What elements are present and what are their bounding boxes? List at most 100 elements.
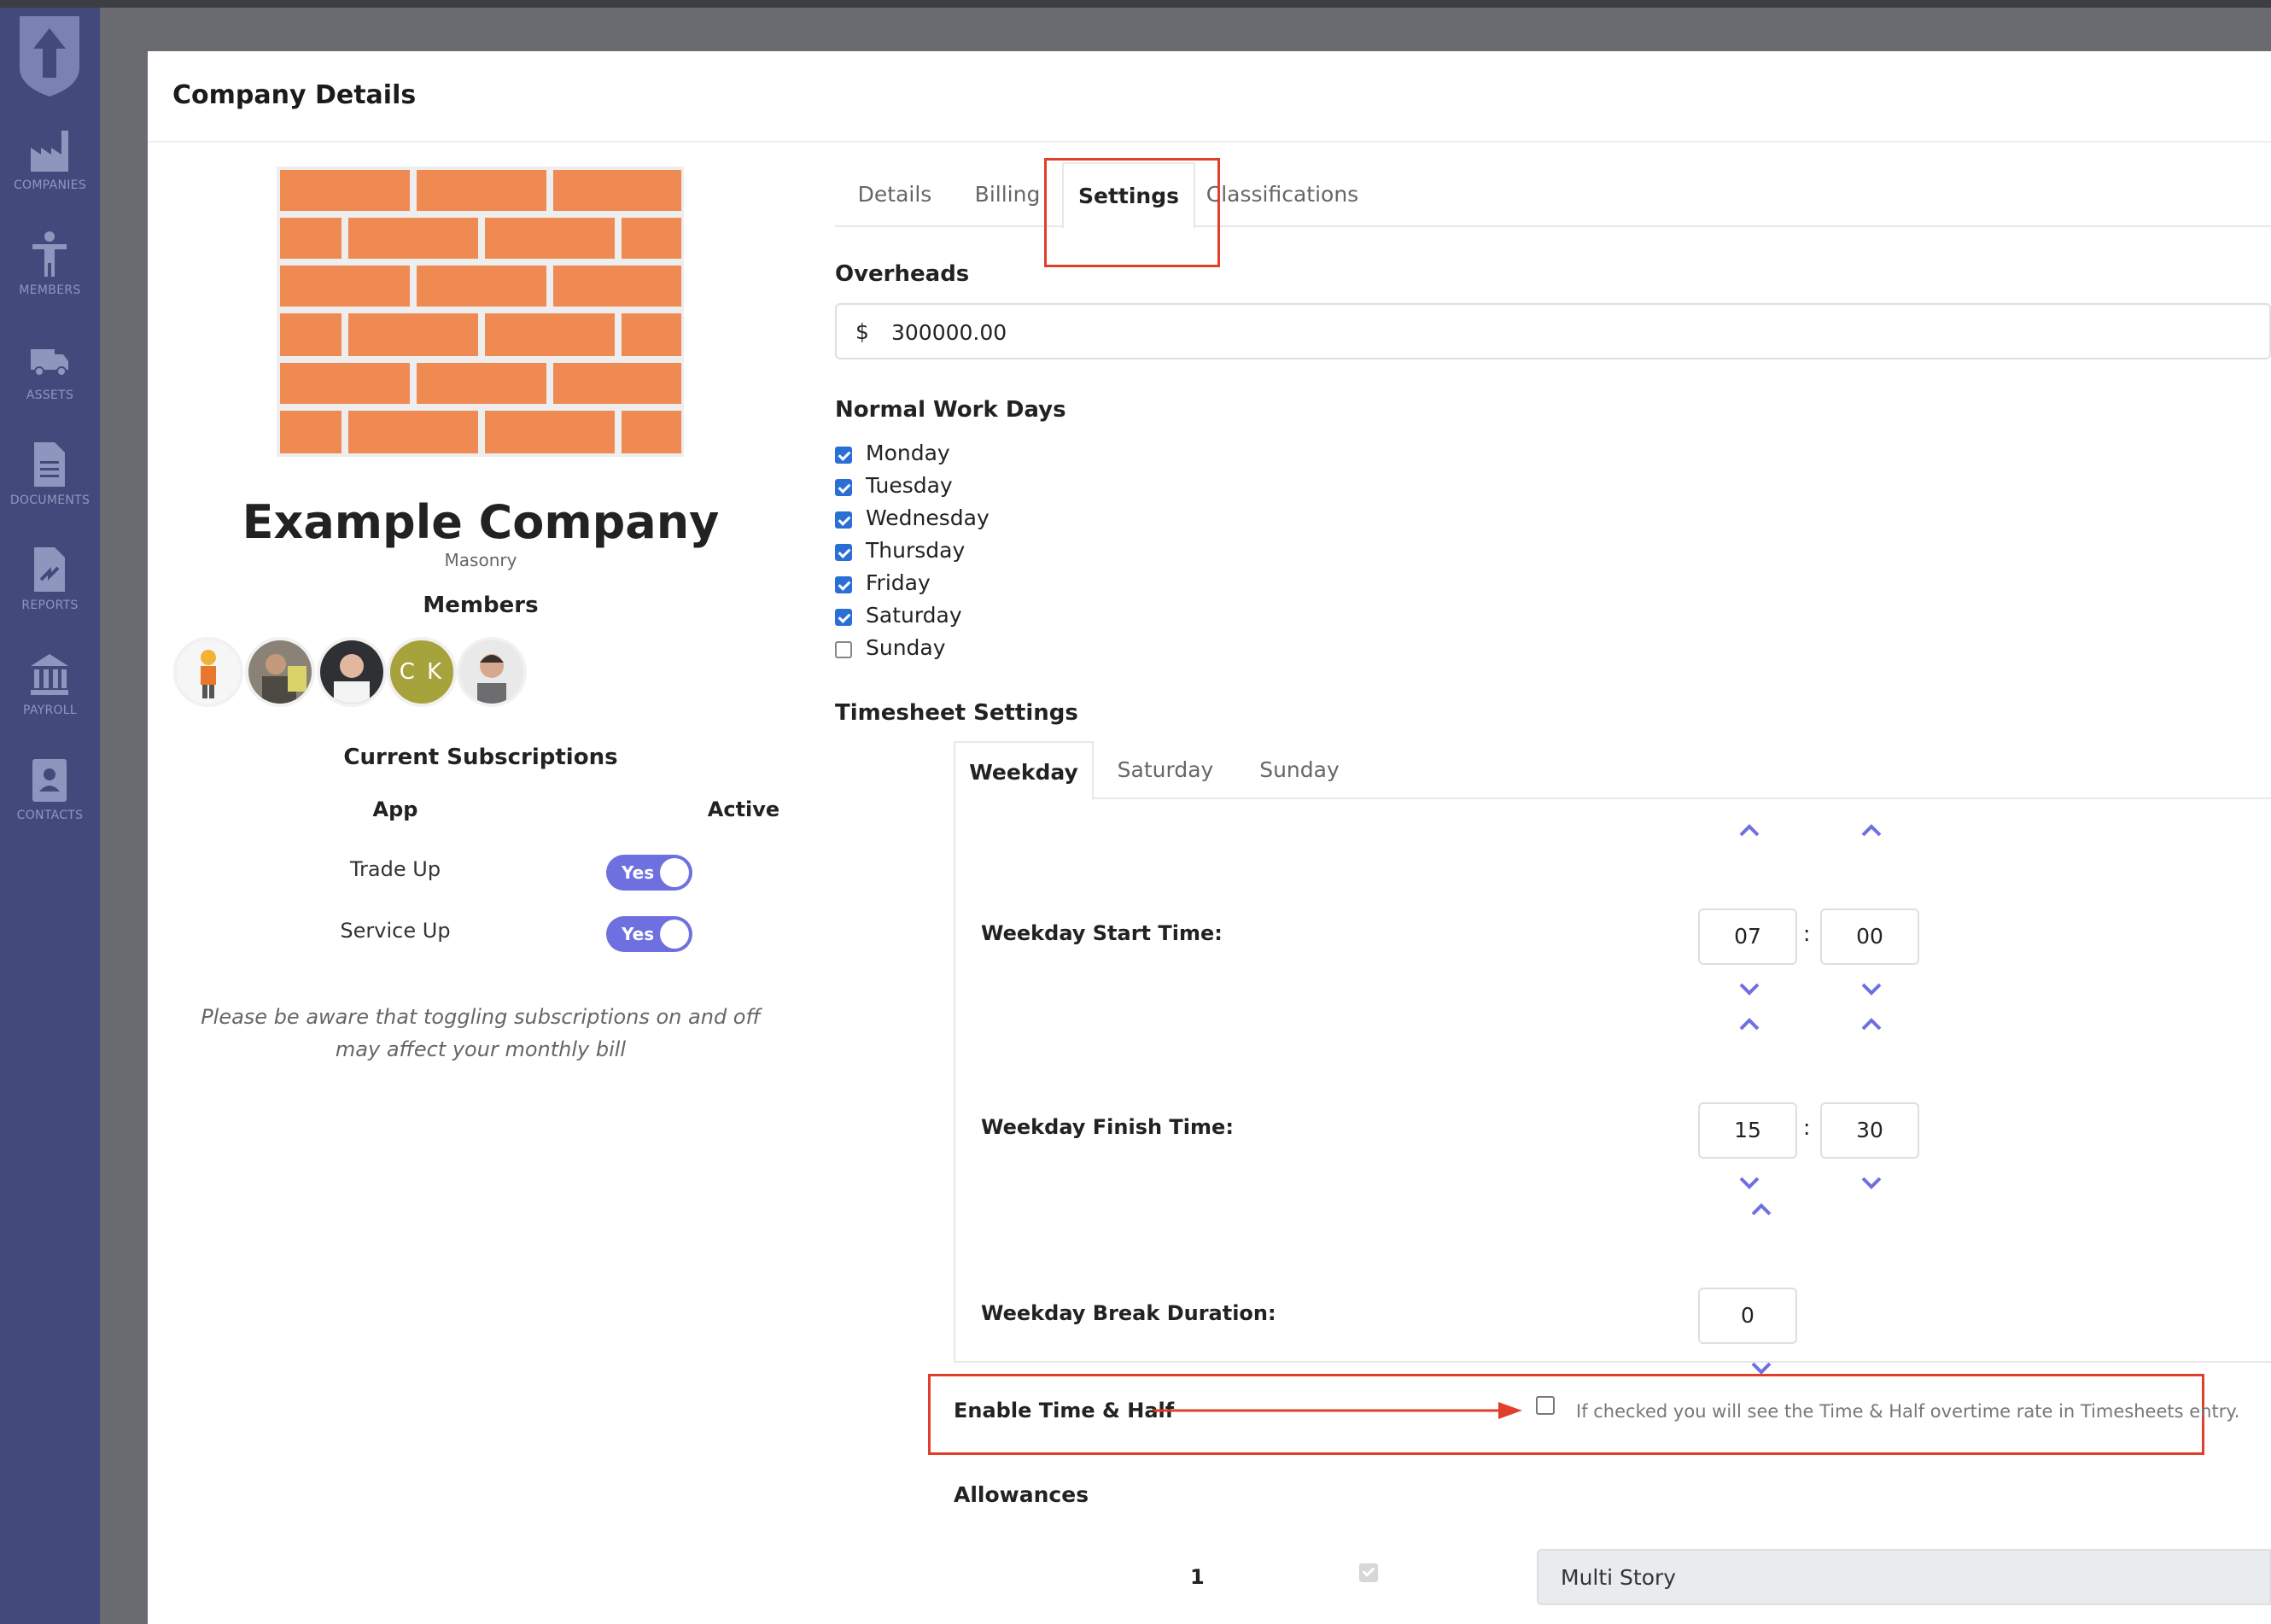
subscription-app-name: Trade Up — [349, 857, 441, 881]
subscription-toggle-trade-up[interactable]: Yes — [606, 855, 692, 891]
company-name: Example Company — [242, 495, 720, 549]
sidebar-item-contacts[interactable]: CONTACTS — [0, 749, 100, 843]
column-header-app: App — [372, 797, 418, 821]
tab-details[interactable]: Details — [835, 162, 955, 227]
break-duration-label: Weekday Break Duration: — [981, 1301, 1276, 1325]
day-label: Monday — [866, 441, 950, 465]
checkbox-monday[interactable] — [835, 447, 852, 464]
sidebar-label: MEMBERS — [19, 283, 81, 297]
toggle-knob — [660, 920, 689, 949]
day-label: Thursday — [866, 538, 966, 563]
checkbox-saturday[interactable] — [835, 609, 852, 626]
hour-decrement-chevron-down-icon[interactable] — [1736, 980, 1763, 997]
day-label: Sunday — [866, 635, 946, 660]
day-label: Saturday — [866, 603, 962, 628]
company-trade: Masonry — [444, 550, 517, 570]
sidebar-label: COMPANIES — [13, 178, 87, 192]
document-icon — [34, 442, 65, 487]
time-and-half-checkbox[interactable] — [1536, 1396, 1555, 1415]
allowance-name-input[interactable]: Multi Story — [1537, 1549, 2271, 1605]
truck-icon — [31, 349, 68, 377]
overheads-input[interactable]: $ 300000.00 — [835, 303, 2271, 359]
factory-icon — [31, 131, 68, 172]
sidebar-label: REPORTS — [21, 599, 79, 612]
hour-increment-chevron-up-icon[interactable] — [1736, 1016, 1763, 1033]
time-and-half-help-text: If checked you will see the Time & Half … — [1576, 1401, 2240, 1422]
window-top-bar — [0, 0, 2271, 8]
sidebar-item-companies[interactable]: COMPANIES — [0, 119, 100, 213]
member-avatar[interactable] — [317, 637, 387, 707]
minute-increment-chevron-up-icon[interactable] — [1858, 1016, 1885, 1033]
bank-icon — [31, 654, 68, 695]
sidebar-label: PAYROLL — [22, 704, 78, 717]
sidebar-item-payroll[interactable]: PAYROLL — [0, 644, 100, 738]
allowance-index: 1 — [1190, 1565, 1205, 1589]
hour-increment-chevron-up-icon[interactable] — [1736, 822, 1763, 839]
company-image — [277, 166, 684, 457]
members-heading: Members — [423, 593, 539, 618]
checkbox-sunday[interactable] — [835, 641, 852, 658]
time-separator: : — [1803, 921, 1811, 946]
member-avatar[interactable] — [245, 637, 315, 707]
sidebar-item-assets[interactable]: ASSETS — [0, 329, 100, 423]
app-logo-icon[interactable] — [16, 13, 83, 98]
sidebar: COMPANIES MEMBERS ASSETS DOCUMENTS REPOR… — [0, 8, 100, 1624]
minute-decrement-chevron-down-icon[interactable] — [1858, 980, 1885, 997]
person-icon — [32, 231, 67, 277]
minute-decrement-chevron-down-icon[interactable] — [1858, 1174, 1885, 1191]
time-and-half-label: Enable Time & Half — [954, 1399, 1175, 1422]
sidebar-label: CONTACTS — [16, 809, 84, 822]
day-label: Friday — [866, 570, 931, 595]
finish-time-label: Weekday Finish Time: — [981, 1115, 1234, 1139]
member-avatar[interactable] — [457, 637, 527, 707]
checkbox-tuesday[interactable] — [835, 479, 852, 496]
allowance-name: Multi Story — [1561, 1565, 1677, 1590]
timesheet-settings-heading: Timesheet Settings — [835, 700, 1078, 726]
member-avatar[interactable] — [173, 637, 243, 707]
sidebar-label: ASSETS — [26, 388, 74, 402]
subscriptions-heading: Current Subscriptions — [343, 745, 618, 770]
sidebar-item-documents[interactable]: DOCUMENTS — [0, 434, 100, 528]
company-details-modal: Company Details Example Company Masonry … — [148, 51, 2271, 1624]
start-time-label: Weekday Start Time: — [981, 921, 1223, 945]
tab-sunday[interactable]: Sunday — [1235, 741, 1363, 799]
tab-classifications[interactable]: Classifications — [1197, 162, 1368, 227]
member-avatar-initials[interactable]: C K — [387, 637, 457, 707]
hour-decrement-chevron-down-icon[interactable] — [1736, 1174, 1763, 1191]
work-days-heading: Normal Work Days — [835, 397, 1066, 423]
toggle-knob — [660, 858, 689, 887]
finish-hour-input[interactable]: 15 — [1698, 1102, 1797, 1159]
timesheet-weekday-panel: Weekday Start Time: 07 : 00 Weekday Fini… — [954, 799, 2271, 1375]
overheads-value: 300000.00 — [891, 320, 1007, 345]
checkbox-wednesday[interactable] — [835, 511, 852, 529]
contact-card-icon — [32, 759, 67, 802]
timesheet-tabs: Weekday Saturday Sunday — [954, 741, 2271, 801]
report-icon — [34, 547, 65, 592]
time-separator: : — [1803, 1115, 1811, 1140]
subscription-toggle-service-up[interactable]: Yes — [606, 916, 692, 952]
sidebar-item-reports[interactable]: REPORTS — [0, 539, 100, 633]
allowance-checkbox[interactable] — [1359, 1563, 1378, 1582]
annotation-arrow-icon — [1153, 1402, 1522, 1419]
finish-minute-input[interactable]: 30 — [1820, 1102, 1919, 1159]
minute-increment-chevron-up-icon[interactable] — [1858, 822, 1885, 839]
tab-saturday[interactable]: Saturday — [1095, 741, 1235, 799]
start-minute-input[interactable]: 00 — [1820, 908, 1919, 965]
allowances-heading: Allowances — [954, 1482, 1089, 1507]
modal-header: Company Details — [148, 51, 2271, 143]
start-hour-input[interactable]: 07 — [1698, 908, 1797, 965]
sidebar-label: DOCUMENTS — [9, 494, 90, 507]
modal-title: Company Details — [172, 80, 417, 110]
currency-prefix: $ — [855, 319, 869, 344]
day-label: Wednesday — [866, 505, 990, 530]
checkbox-thursday[interactable] — [835, 544, 852, 561]
break-duration-input[interactable]: 0 — [1698, 1288, 1797, 1344]
sidebar-item-members[interactable]: MEMBERS — [0, 224, 100, 318]
checkbox-friday[interactable] — [835, 576, 852, 593]
subscriptions-note: Please be aware that toggling subscripti… — [201, 1005, 761, 1061]
tab-weekday[interactable]: Weekday — [954, 741, 1094, 801]
highlight-box-settings-tab — [1044, 158, 1220, 267]
break-increment-chevron-up-icon[interactable] — [1748, 1201, 1775, 1218]
day-label: Tuesday — [866, 473, 953, 498]
toggle-label: Yes — [622, 862, 655, 883]
